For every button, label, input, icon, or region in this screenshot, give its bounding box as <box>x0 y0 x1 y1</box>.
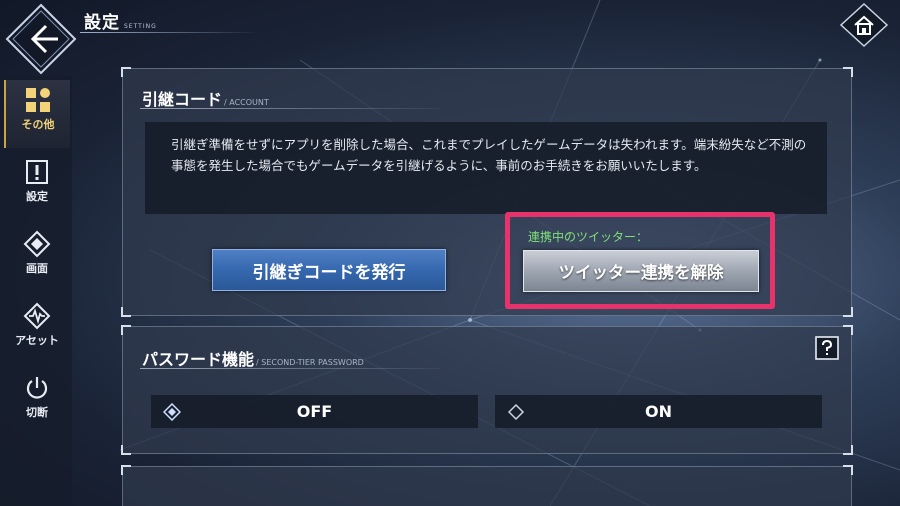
sidebar-item-label: その他 <box>21 118 55 131</box>
sidebar-item-disconnect[interactable]: 切断 <box>4 368 70 436</box>
help-button[interactable] <box>815 336 839 360</box>
sidebar-item-label: 設定 <box>26 190 48 203</box>
password-option-off[interactable]: OFF <box>151 395 478 428</box>
password-section-title: パスワード機能 / SECOND-TIER PASSWORD <box>142 346 364 370</box>
sidebar-item-settings[interactable]: 設定 <box>4 152 70 220</box>
page-title-text: 設定 <box>84 13 120 33</box>
panel-corner <box>121 307 131 317</box>
back-arrow-icon <box>5 3 77 75</box>
alert-setting-icon <box>26 160 48 184</box>
diamond-screen-icon <box>23 230 51 258</box>
panel-corner <box>843 67 853 77</box>
next-panel <box>121 465 853 506</box>
panel-corner <box>121 445 131 455</box>
grid-icon <box>26 88 50 112</box>
password-title-sub: / SECOND-TIER PASSWORD <box>256 358 364 367</box>
password-title-text: パスワード機能 <box>142 350 255 369</box>
home-button[interactable] <box>839 2 889 48</box>
section-divider <box>140 368 440 369</box>
sidebar-item-label: 画面 <box>26 262 48 275</box>
linked-twitter-label: 連携中のツイッター： <box>528 230 649 244</box>
help-icon <box>815 336 839 360</box>
unlink-twitter-button[interactable]: ツイッター連携を解除 <box>523 250 759 292</box>
sidebar-item-screen[interactable]: 画面 <box>4 224 70 292</box>
account-title-sub: / ACCOUNT <box>224 98 269 107</box>
panel-corner <box>121 325 131 335</box>
home-icon <box>839 2 889 48</box>
panel-corner <box>843 325 853 335</box>
sidebar: その他 設定 画面 アセット 切断 <box>0 76 72 506</box>
panel-corner <box>121 465 131 475</box>
power-icon <box>26 377 48 399</box>
account-section-title: 引継コード / ACCOUNT <box>142 86 269 110</box>
issue-code-button[interactable]: 引継ぎコードを発行 <box>212 249 446 291</box>
wave-asset-icon <box>23 302 51 330</box>
panel-corner <box>843 465 853 475</box>
sidebar-item-other[interactable]: その他 <box>4 80 70 148</box>
panel-corner <box>121 67 131 77</box>
option-label: OFF <box>296 402 333 421</box>
panel-corner <box>843 307 853 317</box>
notice-box: 引継ぎ準備をせずにアプリを削除した場合、これまでプレイしたゲームデータは失われま… <box>145 122 827 214</box>
back-button[interactable] <box>4 2 78 76</box>
panel-corner <box>843 445 853 455</box>
page-title-sub: SETTING <box>124 23 157 30</box>
sidebar-item-label: 切断 <box>26 406 48 419</box>
password-option-on[interactable]: ON <box>495 395 822 428</box>
notice-text: 引継ぎ準備をせずにアプリを削除した場合、これまでプレイしたゲームデータは失われま… <box>171 137 807 173</box>
sidebar-item-asset[interactable]: アセット <box>4 296 70 364</box>
sidebar-item-label: アセット <box>15 334 59 347</box>
section-divider <box>140 108 440 109</box>
account-title-text: 引継コード <box>142 90 223 109</box>
option-label: ON <box>645 402 672 421</box>
title-underline <box>80 32 260 33</box>
page-title: 設定 SETTING <box>84 8 157 33</box>
